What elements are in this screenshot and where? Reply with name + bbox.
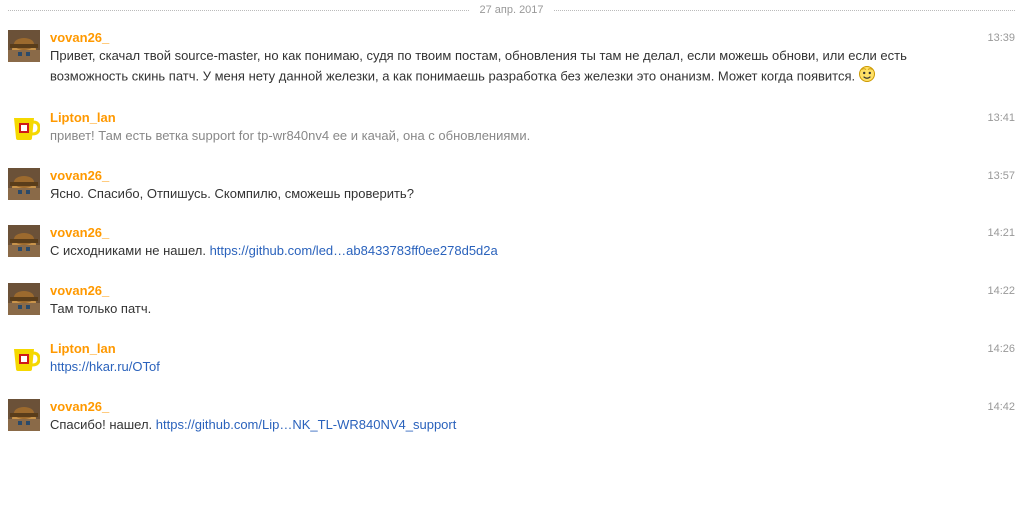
avatar[interactable] xyxy=(8,283,40,315)
username-link[interactable]: vovan26_ xyxy=(50,283,109,298)
divider-line-left xyxy=(8,10,469,11)
message-row: Lipton_lan https://hkar.ru/OTof 14:26 xyxy=(0,335,1023,383)
username-link[interactable]: vovan26_ xyxy=(50,225,109,240)
timestamp: 14:21 xyxy=(975,225,1015,239)
timestamp: 14:22 xyxy=(975,283,1015,297)
username-link[interactable]: vovan26_ xyxy=(50,168,109,183)
timestamp: 13:39 xyxy=(975,30,1015,44)
message-text: привет! Там есть ветка support for tp-wr… xyxy=(50,128,530,143)
username-link[interactable]: Lipton_lan xyxy=(50,110,116,125)
timestamp: 14:42 xyxy=(975,399,1015,413)
timestamp: 13:57 xyxy=(975,168,1015,182)
avatar[interactable] xyxy=(8,341,40,373)
message-body: Lipton_lan привет! Там есть ветка support… xyxy=(50,110,975,146)
message-content: С исходниками не нашел. https://github.c… xyxy=(50,242,975,261)
message-content: Там только патч. xyxy=(50,300,975,319)
message-link[interactable]: https://hkar.ru/OTof xyxy=(50,359,160,374)
message-row: Lipton_lan привет! Там есть ветка support… xyxy=(0,104,1023,152)
message-text: Ясно. Спасибо, Отпишусь. Скомпилю, сможе… xyxy=(50,186,414,201)
divider-line-right xyxy=(554,10,1015,11)
message-row: vovan26_ С исходниками не нашел. https://… xyxy=(0,219,1023,267)
message-body: Lipton_lan https://hkar.ru/OTof xyxy=(50,341,975,377)
message-content: https://hkar.ru/OTof xyxy=(50,358,975,377)
username-link[interactable]: vovan26_ xyxy=(50,30,109,45)
avatar[interactable] xyxy=(8,30,40,62)
timestamp: 13:41 xyxy=(975,110,1015,124)
message-row: vovan26_ Там только патч. 14:22 xyxy=(0,277,1023,325)
username-link[interactable]: vovan26_ xyxy=(50,399,109,414)
message-text: Спасибо! нашел. xyxy=(50,417,156,432)
message-row: vovan26_ Спасибо! нашел. https://github.c… xyxy=(0,393,1023,441)
message-content: Привет, скачал твой source-master, но ка… xyxy=(50,47,975,88)
avatar[interactable] xyxy=(8,110,40,142)
message-list: vovan26_ Привет, скачал твой source-maste… xyxy=(0,24,1023,441)
date-label: 27 апр. 2017 xyxy=(469,4,553,16)
message-text: С исходниками не нашел. xyxy=(50,243,210,258)
message-content: привет! Там есть ветка support for tp-wr… xyxy=(50,127,975,146)
message-content: Ясно. Спасибо, Отпишусь. Скомпилю, сможе… xyxy=(50,185,975,204)
message-text: Там только патч. xyxy=(50,301,151,316)
timestamp: 14:26 xyxy=(975,341,1015,355)
message-row: vovan26_ Ясно. Спасибо, Отпишусь. Скомпил… xyxy=(0,162,1023,210)
message-text: Привет, скачал твой source-master, но ка… xyxy=(50,48,907,83)
date-divider: 27 апр. 2017 xyxy=(0,4,1023,16)
message-content: Спасибо! нашел. https://github.com/Lip…N… xyxy=(50,416,975,435)
message-body: vovan26_ Ясно. Спасибо, Отпишусь. Скомпил… xyxy=(50,168,975,204)
message-body: vovan26_ С исходниками не нашел. https://… xyxy=(50,225,975,261)
message-row: vovan26_ Привет, скачал твой source-maste… xyxy=(0,24,1023,94)
message-link[interactable]: https://github.com/Lip…NK_TL-WR840NV4_su… xyxy=(156,417,457,432)
message-link[interactable]: https://github.com/led…ab8433783ff0ee278… xyxy=(210,243,498,258)
emoji-shy-icon xyxy=(859,66,875,88)
message-body: vovan26_ Привет, скачал твой source-maste… xyxy=(50,30,975,88)
username-link[interactable]: Lipton_lan xyxy=(50,341,116,356)
avatar[interactable] xyxy=(8,399,40,431)
message-body: vovan26_ Там только патч. xyxy=(50,283,975,319)
message-body: vovan26_ Спасибо! нашел. https://github.c… xyxy=(50,399,975,435)
avatar[interactable] xyxy=(8,168,40,200)
avatar[interactable] xyxy=(8,225,40,257)
